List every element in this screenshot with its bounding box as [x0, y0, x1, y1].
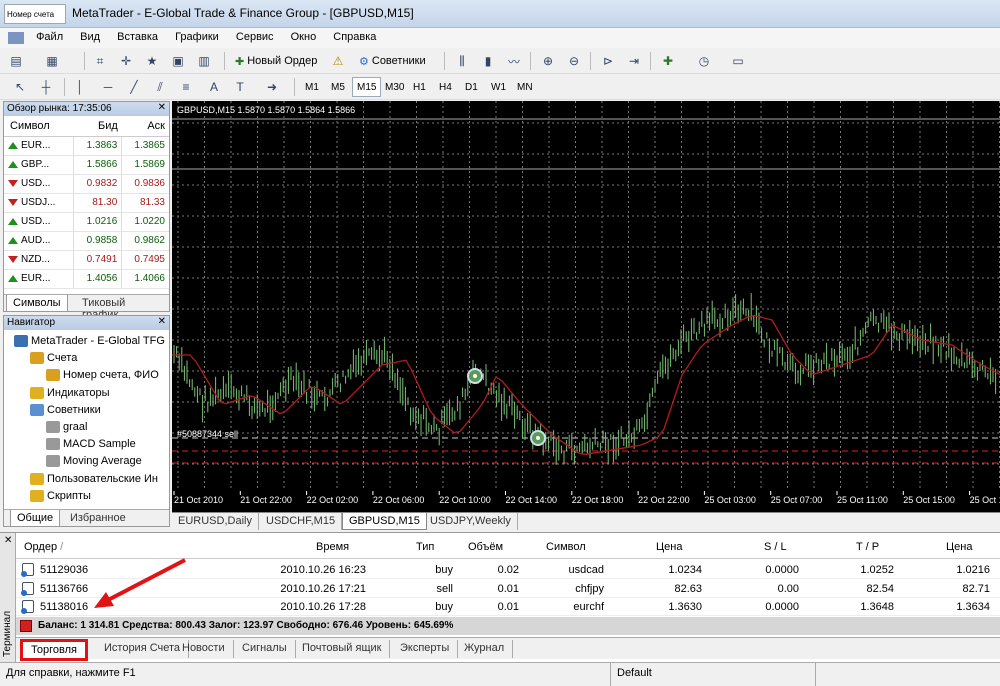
annotation-overlay — [94, 558, 186, 608]
status-bar: Для справки, нажмите F1 Default — [0, 662, 1000, 686]
status-profile: Default — [610, 663, 658, 686]
status-connection — [815, 663, 1000, 686]
annotation-arrow-line — [107, 558, 186, 602]
status-help: Для справки, нажмите F1 — [6, 667, 136, 679]
